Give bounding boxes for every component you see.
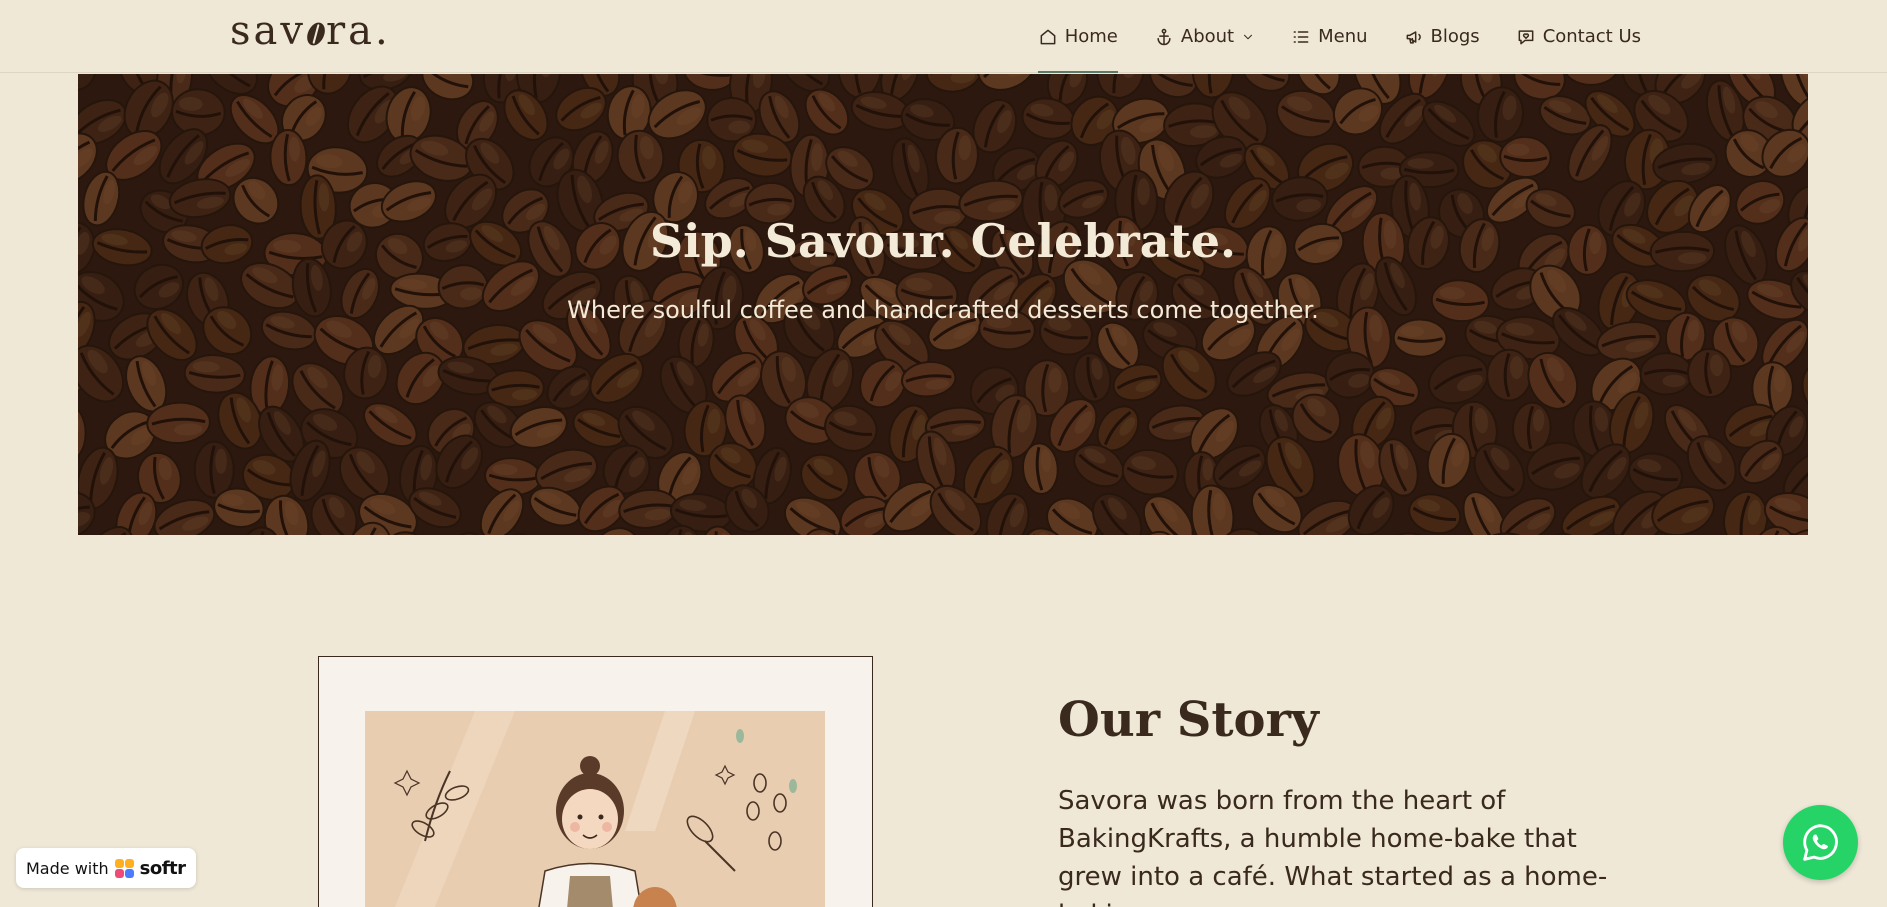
nav-label-about: About: [1180, 26, 1235, 47]
hero-title: Sip. Savour. Celebrate.: [649, 214, 1237, 268]
nav-item-contact[interactable]: Contact Us: [1516, 0, 1641, 73]
logo-text-start: sav: [230, 8, 306, 54]
nav-label-home: Home: [1064, 26, 1118, 47]
nav-item-about[interactable]: About: [1154, 0, 1255, 73]
nav-label-menu: Menu: [1318, 26, 1368, 47]
coffee-bean-icon: [303, 19, 329, 49]
nav-item-menu[interactable]: Menu: [1291, 0, 1368, 73]
whatsapp-chat-button[interactable]: [1783, 805, 1858, 880]
anchor-icon: [1157, 28, 1171, 45]
main-nav: Home About Menu Blogs Contact Us: [1037, 0, 1641, 73]
site-header: sav ra. Home About Menu Blogs Contact Us: [0, 0, 1887, 73]
chat-heart-icon: [1518, 29, 1534, 44]
softr-logo-icon: [114, 858, 134, 878]
list-icon: [1293, 30, 1309, 43]
megaphone-icon: [1406, 30, 1421, 44]
hero-banner: Sip. Savour. Celebrate. Where soulful co…: [78, 74, 1808, 535]
nav-label-contact: Contact Us: [1542, 26, 1641, 47]
nav-item-home[interactable]: Home: [1037, 0, 1119, 73]
made-with-label: Made with: [26, 858, 109, 878]
home-icon: [1040, 29, 1056, 44]
hero-subtitle: Where soulful coffee and handcrafted des…: [567, 296, 1319, 324]
savora-logo[interactable]: sav ra.: [230, 8, 391, 54]
story-title: Our Story: [1058, 692, 1319, 748]
whatsapp-icon: [1802, 823, 1838, 861]
softr-brand-label: softr: [139, 857, 186, 879]
nav-item-blogs[interactable]: Blogs: [1404, 0, 1480, 73]
story-image-frame: [318, 656, 873, 907]
nav-label-blogs: Blogs: [1430, 26, 1480, 47]
logo-text-end: ra.: [325, 8, 391, 54]
baking-illustration: [365, 711, 825, 907]
chevron-down-icon: [1244, 34, 1253, 39]
made-with-softr-badge[interactable]: Made with softr: [16, 848, 196, 888]
story-text: Savora was born from the heart of Baking…: [1058, 786, 1608, 907]
